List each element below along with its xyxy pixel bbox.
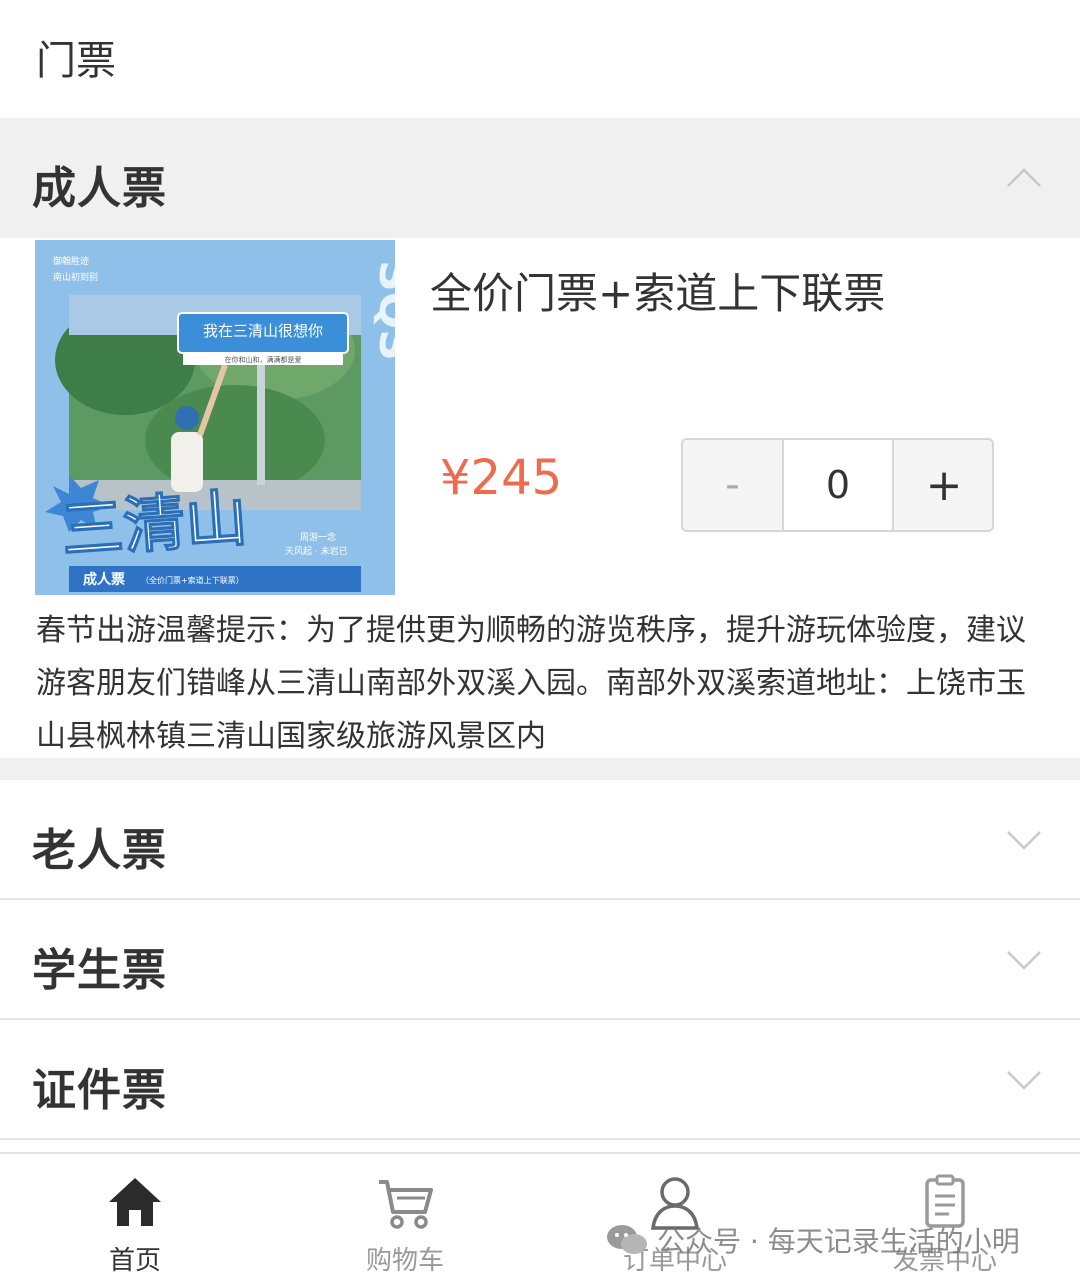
category-header-id[interactable]: 证件票 [0,1020,1080,1140]
tab-home[interactable]: 首页 [0,1154,270,1282]
image-big-title: 三清山 [59,481,250,567]
category-header-student[interactable]: 学生票 [0,900,1080,1020]
chevron-down-icon [1007,951,1041,970]
sign-text: 我在三清山很想你 [203,322,323,340]
ticket-item: 我在三清山很想你 在你和山和，满满都是爱 御翰胜迹 南山初到别 SQS 三清山 … [0,238,1080,758]
category-label: 学生票 [32,945,167,996]
ticket-name: 全价门票+索道上下联票 [430,269,886,318]
image-small-right-2: 天风起 · 未岩已 [285,545,348,557]
chevron-up-icon [1007,168,1041,187]
category-label: 成人票 [32,163,167,214]
quantity-input[interactable]: 0 [782,440,894,530]
increase-button[interactable]: + [894,440,992,530]
page-title: 门票 [36,38,116,84]
decrease-button[interactable]: - [683,440,782,530]
tab-label: 购物车 [365,1246,444,1276]
wechat-icon [607,1225,647,1254]
category-header-senior[interactable]: 老人票 [0,780,1080,900]
chevron-down-icon [1007,1071,1041,1090]
home-icon [109,1178,161,1226]
category-label: 老人票 [32,825,167,876]
category-header-adult[interactable]: 成人票 [0,118,1080,238]
ticket-price: ¥245 [440,450,563,506]
image-banner-sub: （全价门票+索道上下联票） [141,575,244,585]
image-corner-text-2: 南山初到别 [53,271,98,283]
image-corner-text-1: 御翰胜迹 [53,255,89,267]
tab-label: 首页 [108,1246,161,1276]
watermark-text: 公众号 · 每天记录生活的小明 [657,1225,1020,1258]
image-small-right-1: 周游一念 [300,531,336,543]
ticket-description: 春节出游温馨提示：为了提供更为顺畅的游览秩序，提升游玩体验度，建议游客朋友们错峰… [36,613,1026,754]
image-side-text: SQS [369,260,395,361]
section-divider [0,758,1080,780]
sign-subtext: 在你和山和，满满都是爱 [225,355,302,364]
bottom-tab-bar: 首页 购物车 订单中心 发票中心 [0,1152,1080,1282]
tab-cart[interactable]: 购物车 [270,1154,540,1282]
chevron-down-icon [1007,831,1041,850]
watermark: 公众号 · 每天记录生活的小明 [605,1218,1020,1262]
category-label: 证件票 [32,1065,167,1116]
ticket-image[interactable]: 我在三清山很想你 在你和山和，满满都是爱 御翰胜迹 南山初到别 SQS 三清山 … [35,240,395,595]
quantity-stepper: - 0 + [681,438,994,532]
page-header: 门票 [0,0,1080,118]
image-banner-title: 成人票 [83,571,125,588]
cart-icon [379,1180,433,1229]
